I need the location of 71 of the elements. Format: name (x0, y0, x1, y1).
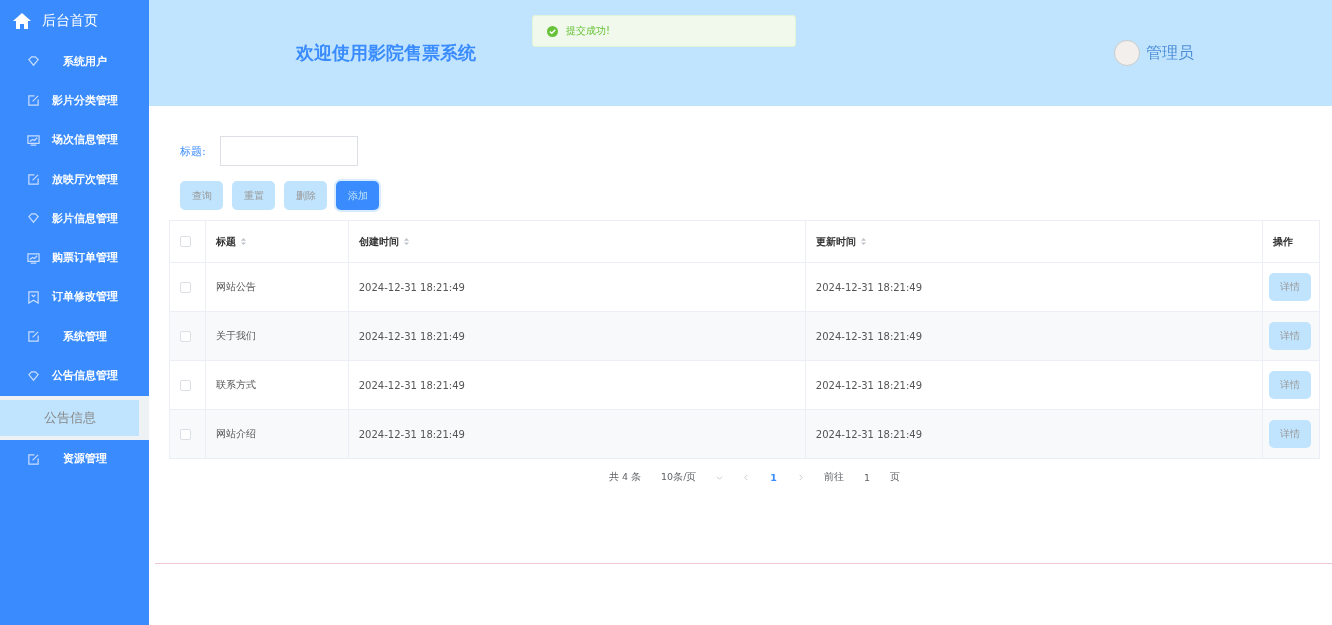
edit-icon (27, 330, 40, 344)
column-header[interactable]: 操作 (1262, 220, 1320, 263)
updated-time-cell: 2024-12-31 18:21:49 (815, 428, 923, 440)
user-name[interactable]: 管理员 (1146, 42, 1194, 64)
sidebar-item[interactable]: 系统管理 (0, 317, 149, 357)
sidebar-item[interactable]: 公告信息管理 (0, 356, 149, 396)
sidebar-home-link[interactable]: 后台首页 (42, 12, 98, 30)
chevron-down-icon[interactable] (716, 474, 724, 481)
goto-label: 前往 (824, 471, 844, 484)
action-button[interactable]: 查询 (180, 181, 223, 210)
edit-icon (27, 173, 40, 187)
sort-icon[interactable] (240, 237, 247, 246)
row-checkbox[interactable] (180, 330, 191, 342)
next-page-icon[interactable] (797, 474, 804, 481)
row-checkbox[interactable] (180, 281, 191, 293)
sidebar-item[interactable]: 影片信息管理 (0, 199, 149, 239)
ticket-icon (27, 290, 40, 304)
page-size-select[interactable]: 10条/页 (661, 471, 697, 484)
gem-icon (27, 212, 40, 226)
goto-page-input[interactable]: 1 (864, 472, 871, 483)
sidebar-item[interactable]: 放映厅次管理 (0, 159, 149, 200)
toast-message: 提交成功! (566, 24, 610, 38)
action-button[interactable]: 删除 (284, 181, 327, 210)
column-header[interactable]: 更新时间 (805, 220, 1263, 263)
detail-button[interactable]: 详情 (1269, 273, 1311, 301)
action-button[interactable]: 添加 (336, 181, 379, 210)
check-icon (547, 25, 558, 37)
title-cell: 网站公告 (216, 281, 256, 292)
sidebar-item[interactable]: 购票订单管理 (0, 238, 149, 278)
sidebar-item[interactable]: 影片分类管理 (0, 81, 149, 121)
sidebar-item[interactable]: 订单修改管理 (0, 277, 149, 318)
sidebar-item[interactable]: 资源管理 (0, 439, 149, 479)
title-input[interactable] (219, 136, 358, 166)
title-cell: 网站介绍 (216, 428, 256, 439)
column-header[interactable]: 创建时间 (348, 220, 806, 263)
row-checkbox[interactable] (180, 428, 191, 440)
home-icon[interactable] (12, 12, 32, 30)
updated-time-cell: 2024-12-31 18:21:49 (815, 330, 923, 342)
title-cell: 联系方式 (216, 379, 256, 390)
select-all-checkbox[interactable] (180, 236, 191, 248)
created-time-cell: 2024-12-31 18:21:49 (358, 281, 465, 293)
detail-button[interactable]: 详情 (1269, 420, 1311, 448)
title-cell: 关于我们 (216, 330, 256, 341)
sidebar-item[interactable]: 场次信息管理 (0, 120, 149, 160)
created-time-cell: 2024-12-31 18:21:49 (358, 330, 465, 342)
created-time-cell: 2024-12-31 18:21:49 (358, 379, 465, 391)
avatar[interactable] (1114, 40, 1140, 66)
sort-icon[interactable] (859, 237, 867, 246)
updated-time-cell: 2024-12-31 18:21:49 (815, 379, 923, 391)
row-checkbox[interactable] (180, 379, 191, 391)
sidebar-item[interactable]: 系统用户 (0, 42, 149, 82)
gem-icon (27, 55, 40, 69)
page-number[interactable]: 1 (770, 472, 777, 483)
prev-page-icon[interactable] (743, 474, 751, 481)
gem-icon (27, 369, 40, 383)
detail-button[interactable]: 详情 (1269, 322, 1311, 350)
action-button[interactable]: 重置 (232, 181, 275, 210)
sidebar-subitem[interactable]: 公告信息 (0, 399, 139, 436)
sort-icon[interactable] (402, 237, 410, 246)
detail-button[interactable]: 详情 (1269, 371, 1311, 399)
created-time-cell: 2024-12-31 18:21:49 (358, 428, 465, 440)
column-header[interactable]: 标题 (205, 220, 349, 263)
updated-time-cell: 2024-12-31 18:21:49 (815, 281, 923, 293)
page-suffix: 页 (890, 471, 901, 484)
site-title: 欢迎使用影院售票系统 (296, 41, 476, 65)
title-label: 标题: (180, 143, 206, 159)
chart-icon (27, 251, 40, 265)
total-count: 共 4 条 (608, 471, 642, 484)
edit-icon (27, 94, 40, 108)
chart-icon (27, 133, 40, 147)
edit-icon (27, 452, 40, 466)
